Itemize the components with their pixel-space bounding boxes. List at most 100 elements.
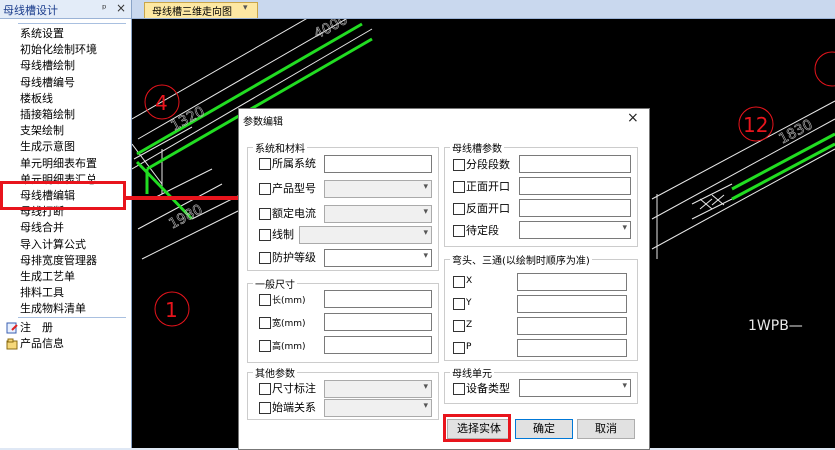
dimension-text: 4000 xyxy=(311,19,350,43)
menu-item[interactable]: 导入计算公式 xyxy=(20,237,86,253)
checkbox[interactable] xyxy=(453,320,465,332)
menu-item[interactable]: 插接箱绘制 xyxy=(20,107,75,123)
input-front-open[interactable] xyxy=(519,177,631,195)
input-z[interactable] xyxy=(517,317,627,335)
callout-circle xyxy=(814,51,835,87)
callout-label: 1 xyxy=(165,298,178,322)
label-length: 长(mm) xyxy=(272,296,306,306)
menu-item[interactable]: 生成示意图 xyxy=(20,139,75,155)
label-protection: 防护等级 xyxy=(272,251,316,264)
checkbox[interactable] xyxy=(453,225,465,237)
menu-item[interactable]: 生成工艺单 xyxy=(20,269,75,285)
separator xyxy=(18,23,126,24)
input-height[interactable] xyxy=(324,336,432,354)
cancel-button[interactable]: 取消 xyxy=(577,419,635,439)
label-device-type: 设备类型 xyxy=(466,382,510,395)
input-system[interactable] xyxy=(324,155,432,173)
label-x: X xyxy=(466,276,473,286)
select-current[interactable]: ▾ xyxy=(324,205,432,223)
register-icon xyxy=(6,322,18,334)
group-title: 其他参数 xyxy=(253,365,297,380)
menu-product-info[interactable]: 产品信息 xyxy=(20,336,64,352)
menu-item[interactable]: 生成物料清单 xyxy=(20,301,86,317)
label-current: 额定电流 xyxy=(272,207,316,220)
dialog-close-icon[interactable]: × xyxy=(627,110,639,126)
input-x[interactable] xyxy=(517,273,627,291)
checkbox[interactable] xyxy=(259,294,271,306)
checkbox[interactable] xyxy=(453,298,465,310)
menu-item[interactable]: 楼板线 xyxy=(20,91,53,107)
label-width: 宽(mm) xyxy=(272,319,306,329)
select-device-type[interactable]: ▾ xyxy=(519,379,631,397)
select-model[interactable]: ▾ xyxy=(324,180,432,198)
menu-item[interactable]: 初始化绘制环境 xyxy=(20,42,97,58)
checkbox[interactable] xyxy=(259,317,271,329)
dimension-text: 1320 xyxy=(168,104,207,135)
menu-item[interactable]: 母排宽度管理器 xyxy=(20,253,97,269)
label-front-open: 正面开口 xyxy=(466,180,510,193)
label-segments: 分段段数 xyxy=(466,158,510,171)
checkbox[interactable] xyxy=(259,383,271,395)
checkbox[interactable] xyxy=(259,402,271,414)
label-model: 产品型号 xyxy=(272,182,316,195)
input-length[interactable] xyxy=(324,290,432,308)
tab-dropdown-icon[interactable]: ▾ xyxy=(243,3,248,13)
group-title: 母线单元 xyxy=(450,365,494,380)
label-system: 所属系统 xyxy=(272,157,316,170)
select-dimension[interactable]: ▾ xyxy=(324,380,432,398)
pin-icon[interactable]: ᵖ xyxy=(102,2,107,15)
callout-label: 12 xyxy=(743,113,768,137)
group-title: 母线槽参数 xyxy=(450,140,504,155)
checkbox[interactable] xyxy=(453,383,465,395)
highlight-box xyxy=(443,414,511,442)
checkbox[interactable] xyxy=(453,181,465,193)
input-p[interactable] xyxy=(517,339,627,357)
input-y[interactable] xyxy=(517,295,627,313)
param-edit-dialog: 参数编辑 × 系统和材料 所属系统 产品型号 ▾ 额定电流 ▾ 线制 ▾ 防护等… xyxy=(238,108,650,450)
checkbox[interactable] xyxy=(453,203,465,215)
checkbox[interactable] xyxy=(259,229,271,241)
checkbox[interactable] xyxy=(453,342,465,354)
group-title: 弯头、三通(以绘制时顺序为准) xyxy=(450,252,592,267)
label-start-relation: 始端关系 xyxy=(272,401,316,414)
menu-item[interactable]: 母线合并 xyxy=(20,220,64,236)
panel-title: 母线槽设计 xyxy=(3,4,58,17)
group-title: 一般尺寸 xyxy=(253,276,297,291)
input-segments[interactable] xyxy=(519,155,631,173)
checkbox[interactable] xyxy=(453,159,465,171)
panel-close-icon[interactable]: × xyxy=(116,1,126,15)
dialog-title: 参数编辑 xyxy=(243,117,283,128)
dimension-text: 1830 xyxy=(776,117,815,148)
input-back-open[interactable] xyxy=(519,199,631,217)
checkbox[interactable] xyxy=(259,183,271,195)
select-wire[interactable]: ▾ xyxy=(299,226,432,244)
product-icon xyxy=(6,338,18,350)
checkbox[interactable] xyxy=(259,158,271,170)
menu-item[interactable]: 支架绘制 xyxy=(20,123,64,139)
menu-register[interactable]: 注 册 xyxy=(20,320,53,336)
label-dimension: 尺寸标注 xyxy=(272,382,316,395)
label-1wpb: 1WPB— xyxy=(748,318,803,334)
input-width[interactable] xyxy=(324,313,432,331)
select-protection[interactable]: ▾ xyxy=(324,249,432,267)
label-back-open: 反面开口 xyxy=(466,202,510,215)
checkbox[interactable] xyxy=(259,340,271,352)
checkbox[interactable] xyxy=(259,208,271,220)
label-y: Y xyxy=(466,298,472,308)
checkbox[interactable] xyxy=(259,252,271,264)
menu-item[interactable]: 排料工具 xyxy=(20,285,64,301)
label-pending: 待定段 xyxy=(466,224,499,237)
select-start-relation[interactable]: ▾ xyxy=(324,399,432,417)
label-p: P xyxy=(466,342,472,352)
label-height: 高(mm) xyxy=(272,342,306,352)
menu-item[interactable]: 单元明细表布置 xyxy=(20,156,97,172)
menu-item[interactable]: 母线槽绘制 xyxy=(20,58,75,74)
separator xyxy=(18,317,126,318)
ok-button[interactable]: 确定 xyxy=(515,419,573,439)
menu-item[interactable]: 系统设置 xyxy=(20,26,64,42)
select-pending[interactable]: ▾ xyxy=(519,221,631,239)
menu-item[interactable]: 母线槽编号 xyxy=(20,75,75,91)
checkbox[interactable] xyxy=(453,276,465,288)
highlight-box xyxy=(0,181,126,210)
label-z: Z xyxy=(466,320,473,330)
